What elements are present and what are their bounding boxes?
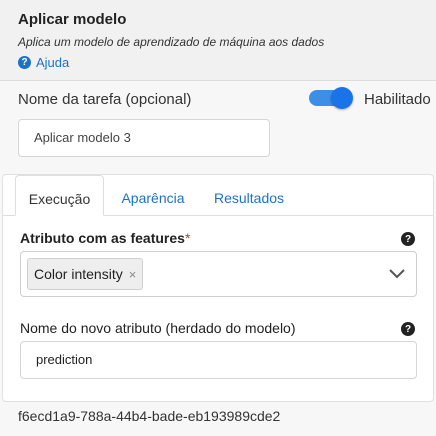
tab-aparencia[interactable]: Aparência [109, 175, 197, 215]
task-name-input[interactable]: Aplicar modelo 3 [18, 119, 270, 157]
features-label: Atributo com as features* [20, 230, 190, 246]
toggle-knob [331, 87, 353, 109]
help-link[interactable]: ? Ajuda [18, 55, 69, 70]
new-attribute-input[interactable]: prediction [20, 341, 417, 379]
header: Aplicar modelo Aplica um modelo de apren… [0, 0, 436, 78]
features-select[interactable]: Color intensity × [20, 251, 417, 297]
task-id: f6ecd1a9-788a-44b4-bade-eb193989cde2 [18, 408, 281, 424]
features-label-text: Atributo com as features [20, 230, 185, 246]
help-icon: ? [18, 56, 31, 69]
tab-bar: Execução Aparência Resultados [3, 175, 433, 216]
enabled-label: Habilitado [364, 91, 431, 108]
tab-execucao[interactable]: Execução [15, 175, 104, 216]
required-mark: * [184, 230, 191, 246]
tab-resultados[interactable]: Resultados [204, 175, 294, 215]
chevron-down-icon[interactable] [388, 265, 406, 283]
chip-label: Color intensity [34, 266, 123, 282]
chip-remove-icon[interactable]: × [129, 267, 137, 282]
new-attribute-label: Nome do novo atributo (herdado do modelo… [20, 320, 296, 336]
new-attribute-help-icon[interactable]: ? [401, 322, 415, 336]
page-title: Aplicar modelo [18, 11, 127, 28]
enabled-toggle[interactable] [309, 87, 353, 109]
task-name-label: Nome da tarefa (opcional) [18, 91, 192, 108]
features-help-icon[interactable]: ? [401, 232, 415, 246]
help-label: Ajuda [36, 55, 70, 70]
page-subtitle: Aplica um modelo de aprendizado de máqui… [18, 35, 325, 49]
selected-chip: Color intensity × [27, 258, 144, 290]
tab-panel: Execução Aparência Resultados Atributo c… [2, 174, 434, 402]
